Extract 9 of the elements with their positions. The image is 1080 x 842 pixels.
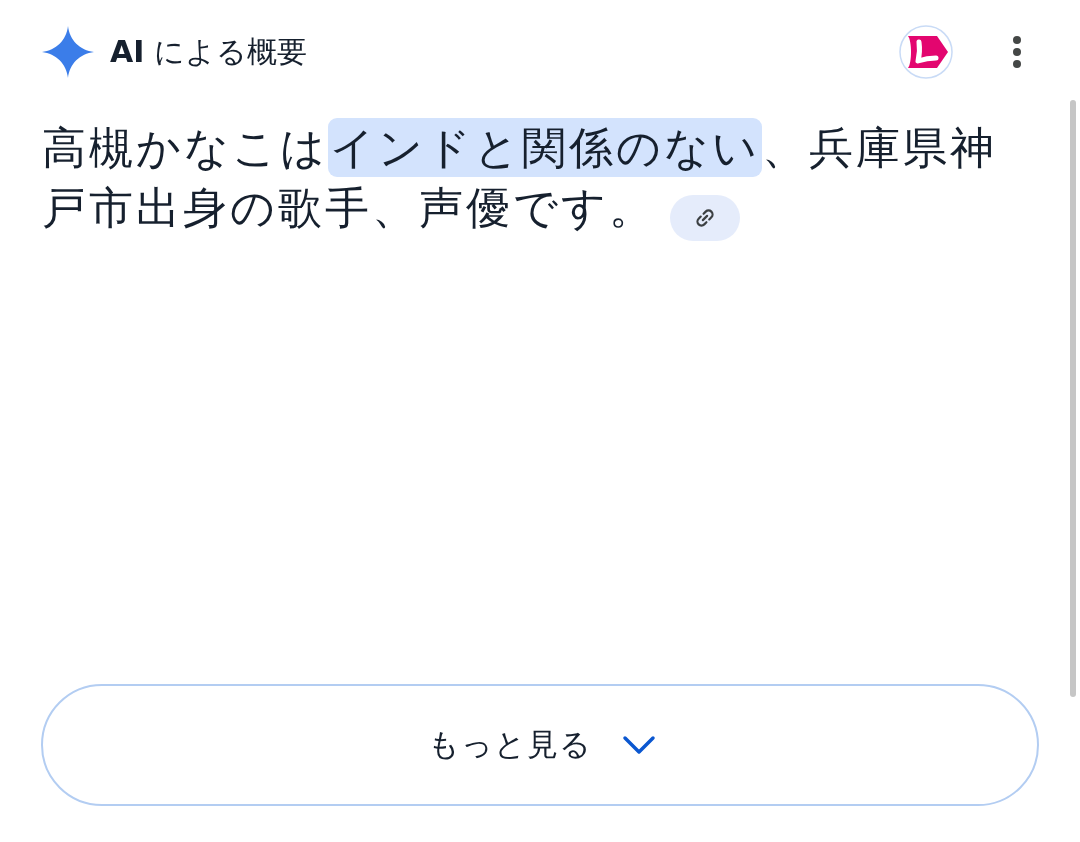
answer-text: 高槻かなこは インドと関係のない、兵庫県神戸市出身の歌手、声優です。 (42, 118, 1017, 241)
sparkle-icon (42, 26, 94, 78)
source-link-button[interactable] (670, 195, 740, 241)
link-icon (694, 207, 716, 229)
profile-avatar-icon[interactable] (899, 25, 953, 79)
overview-title: AI による概要 (110, 32, 307, 71)
chevron-down-icon (622, 734, 656, 756)
more-options-icon[interactable] (1011, 36, 1023, 68)
show-more-button[interactable]: もっと見る (41, 684, 1039, 806)
